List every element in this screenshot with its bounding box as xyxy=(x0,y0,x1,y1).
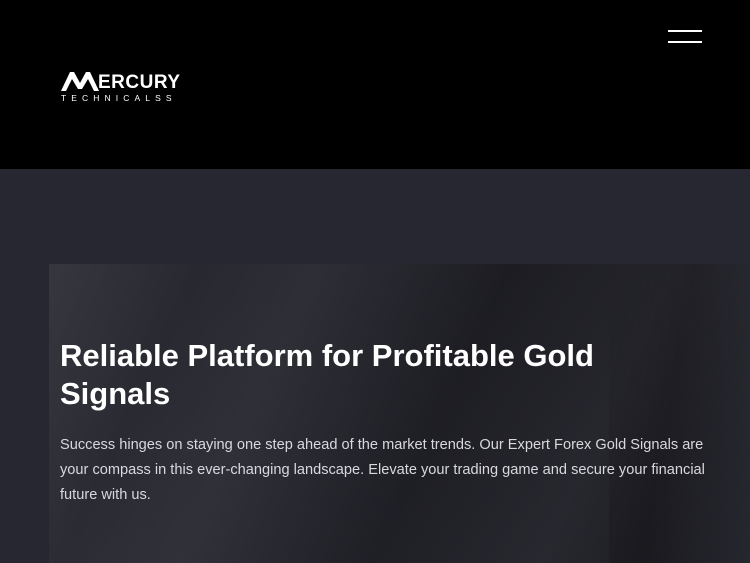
site-header: ERCURY TECHNICALSS xyxy=(0,0,750,169)
logo-tagline: TECHNICALSS xyxy=(61,93,177,103)
hero-background-image xyxy=(49,264,750,563)
logo-brand-text: ERCURY xyxy=(98,72,181,93)
menu-line xyxy=(668,30,702,32)
menu-line xyxy=(668,41,702,43)
m-logo-mark-icon xyxy=(61,72,99,91)
hero-title: Reliable Platform for Profitable Gold Si… xyxy=(60,338,594,411)
hamburger-menu-icon[interactable] xyxy=(668,27,702,47)
hero-description: Success hinges on staying one step ahead… xyxy=(60,437,705,503)
site-logo[interactable]: ERCURY TECHNICALSS xyxy=(60,70,180,104)
